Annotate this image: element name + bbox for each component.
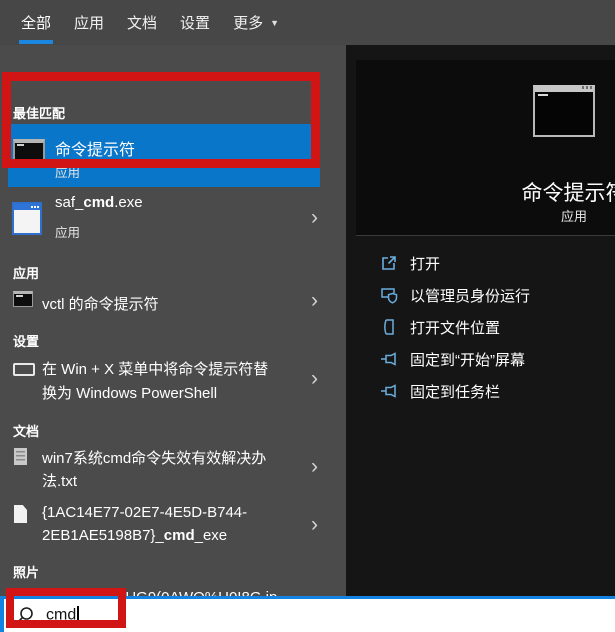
action-label: 以管理员身份运行 xyxy=(410,285,530,306)
cmd-icon xyxy=(13,139,45,166)
result-title-line1: {1AC14E77-02E7-4E5D-B744- xyxy=(42,504,247,521)
result-subtitle: 应用 xyxy=(55,162,80,181)
section-header-best-match: 最佳匹配 xyxy=(13,103,65,122)
tab-more[interactable]: 更多 ▼ xyxy=(233,0,279,45)
section-header-settings: 设置 xyxy=(13,331,39,350)
result-title-line2: 换为 Windows PowerShell xyxy=(42,382,217,403)
cmd-icon xyxy=(13,291,33,307)
open-icon xyxy=(380,254,398,272)
result-title-line2: 2EB1AE5198B7}_cmd_exe xyxy=(42,527,227,544)
context-actions: 打开 以管理员身份运行 打开文件位置 xyxy=(346,247,615,407)
preview-card: 命令提示符 应用 xyxy=(356,60,615,236)
chevron-right-icon[interactable]: › xyxy=(311,207,318,228)
chevron-right-icon[interactable]: › xyxy=(311,456,318,477)
windows-search-flyout: 全部 应用 文档 设置 更多 ▼ 最佳匹配 命令提示符 应用 saf_cmd.e… xyxy=(0,0,615,632)
result-subtitle: 应用 xyxy=(55,222,80,241)
search-bar[interactable]: cmd xyxy=(0,596,615,632)
search-filter-tabs: 全部 应用 文档 设置 更多 ▼ xyxy=(0,0,615,45)
search-icon xyxy=(14,605,36,627)
tab-documents[interactable]: 文档 xyxy=(127,0,157,45)
action-pin-to-taskbar[interactable]: 固定到任务栏 xyxy=(346,375,615,407)
text-file-icon xyxy=(14,448,27,465)
preview-subtitle: 应用 xyxy=(468,206,615,225)
text-caret xyxy=(77,606,79,625)
pin-to-taskbar-icon xyxy=(380,382,398,400)
result-best-match-cmd[interactable]: 命令提示符 应用 xyxy=(8,124,320,187)
result-title-line2: 法.txt xyxy=(42,470,77,491)
result-title-line1: 在 Win + X 菜单中将命令提示符替 xyxy=(42,358,268,379)
cmd-icon-large xyxy=(533,85,595,137)
result-title: saf_cmd.exe xyxy=(55,194,143,211)
action-label: 固定到任务栏 xyxy=(410,381,500,402)
result-title: vctl 的命令提示符 xyxy=(42,293,159,314)
chevron-down-icon: ▼ xyxy=(270,18,279,28)
exe-window-icon xyxy=(12,202,42,235)
action-label: 固定到“开始”屏幕 xyxy=(410,349,525,370)
action-open-file-location[interactable]: 打开文件位置 xyxy=(346,311,615,343)
file-icon xyxy=(14,505,27,523)
open-file-location-icon xyxy=(380,318,398,336)
window-icon xyxy=(13,363,35,376)
tab-apps[interactable]: 应用 xyxy=(74,0,104,45)
action-pin-to-start[interactable]: 固定到“开始”屏幕 xyxy=(346,343,615,375)
chevron-right-icon[interactable]: › xyxy=(311,368,318,389)
tab-settings[interactable]: 设置 xyxy=(180,0,210,45)
action-label: 打开文件位置 xyxy=(410,317,500,338)
chevron-right-icon[interactable]: › xyxy=(311,514,318,535)
action-label: 打开 xyxy=(410,253,440,274)
pin-to-start-icon xyxy=(380,350,398,368)
preview-panel: 命令提示符 应用 打开 以管理员身份运行 xyxy=(346,45,615,596)
chevron-right-icon[interactable]: › xyxy=(311,290,318,311)
action-open[interactable]: 打开 xyxy=(346,247,615,279)
result-title: 命令提示符 xyxy=(55,136,135,160)
action-run-as-admin[interactable]: 以管理员身份运行 xyxy=(346,279,615,311)
results-panel: 最佳匹配 命令提示符 应用 saf_cmd.exe 应用 › 应用 vctl 的… xyxy=(0,45,346,596)
result-title-line1: win7系统cmd命令失效有效解决办 xyxy=(42,447,266,468)
section-header-documents: 文档 xyxy=(13,421,39,440)
tab-all[interactable]: 全部 xyxy=(21,0,51,45)
search-input[interactable]: cmd xyxy=(46,606,79,625)
section-header-photos: 照片 xyxy=(13,562,39,581)
preview-title: 命令提示符 xyxy=(468,177,615,207)
section-header-apps: 应用 xyxy=(13,263,39,282)
run-as-admin-icon xyxy=(380,286,398,304)
